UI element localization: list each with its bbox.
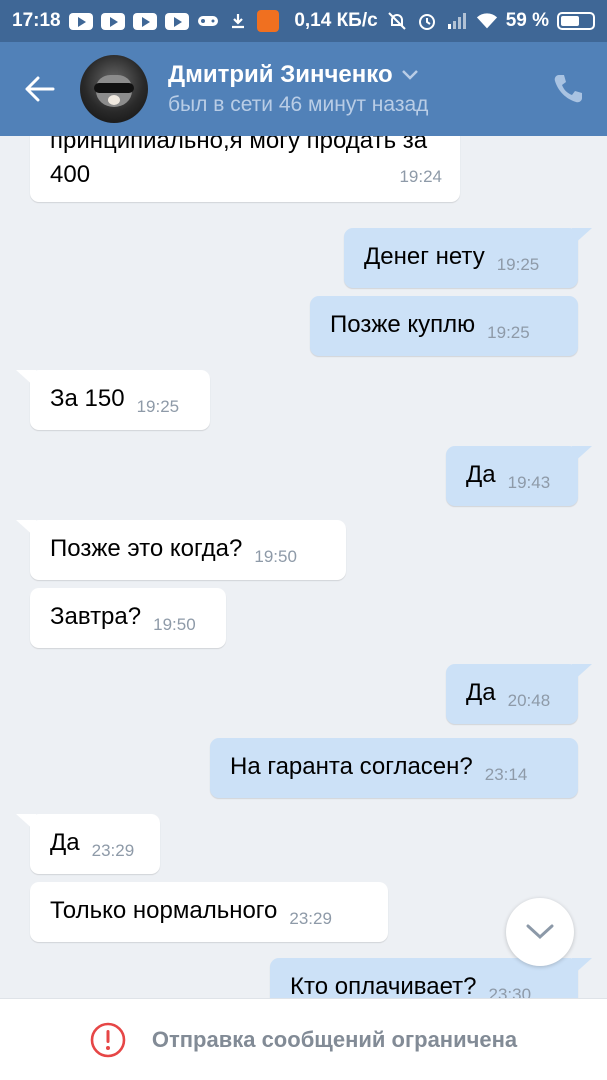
message-text: Позже это когда?: [50, 535, 243, 562]
battery-percent: 59 %: [505, 10, 549, 31]
message-text: Да: [466, 679, 496, 706]
youtube-notification-icon: [164, 12, 189, 30]
message-list[interactable]: принципиально,я могу продать за 400 19:2…: [0, 136, 607, 998]
message-outgoing[interactable]: На гаранта согласен? 23:14: [210, 738, 578, 798]
app-notification-icon: [256, 10, 279, 32]
wifi-icon: [476, 13, 498, 29]
call-button[interactable]: [551, 72, 585, 106]
restriction-notice: Отправка сообщений ограничена: [151, 1026, 518, 1052]
youtube-notification-icon: [68, 12, 93, 30]
youtube-notification-icon: [132, 12, 157, 30]
message-time: 19:50: [153, 615, 196, 634]
message-time: 19:43: [507, 473, 551, 492]
last-seen-status: был в сети 46 минут назад: [168, 93, 429, 116]
status-time: 17:18: [12, 10, 61, 31]
message-incoming[interactable]: Позже это когда? 19:50: [16, 520, 346, 580]
message-outgoing[interactable]: Да 20:48: [446, 664, 592, 724]
message-incoming[interactable]: принципиально,я могу продать за 400 19:2…: [30, 136, 460, 202]
message-time: 23:29: [91, 841, 135, 860]
message-time: 19:25: [496, 255, 540, 274]
message-text: Позже куплю: [330, 311, 476, 338]
scroll-to-bottom-button[interactable]: [506, 898, 574, 966]
status-bar: 17:18 0,14 КБ/с 59 %: [0, 0, 607, 42]
message-time: 20:48: [507, 691, 551, 710]
message-outgoing[interactable]: Да 19:43: [446, 446, 592, 506]
message-time: 19:50: [254, 547, 297, 566]
message-text: Да: [466, 461, 496, 488]
chevron-down-icon: [526, 924, 554, 940]
message-time: 19:25: [487, 323, 530, 342]
message-text: На гаранта согласен?: [230, 753, 473, 780]
back-button[interactable]: [0, 42, 80, 136]
message-text: Завтра?: [50, 603, 142, 630]
message-outgoing[interactable]: Позже куплю 19:25: [310, 296, 578, 356]
message-time: 19:24: [399, 167, 442, 186]
game-controller-icon: [197, 13, 219, 29]
contact-name: Дмитрий Зинченко: [168, 61, 393, 88]
message-time: 23:14: [484, 765, 528, 784]
chat-header: Дмитрий Зинченко был в сети 46 минут наз…: [0, 42, 607, 136]
message-text: Кто оплачивает?: [290, 973, 477, 998]
message-incoming[interactable]: Да 23:29: [16, 814, 160, 874]
message-incoming[interactable]: За 150 19:25: [16, 370, 210, 430]
avatar[interactable]: [80, 55, 148, 123]
alarm-icon: [416, 13, 438, 30]
composer-restricted-bar: Отправка сообщений ограничена: [0, 998, 607, 1080]
message-outgoing[interactable]: Денег нету 19:25: [344, 228, 592, 288]
battery-icon: [557, 12, 595, 30]
muted-bell-icon: [386, 12, 408, 30]
message-text: Денег нету: [364, 243, 485, 270]
message-text: За 150: [50, 385, 125, 412]
chevron-down-icon: [401, 70, 418, 80]
youtube-notification-icon: [100, 12, 125, 30]
message-incoming[interactable]: Только нормального 23:29: [30, 882, 388, 942]
message-text: Да: [50, 829, 80, 856]
message-time: 23:30: [488, 985, 532, 998]
message-time: 23:29: [289, 909, 332, 928]
download-icon: [227, 13, 249, 29]
message-incoming[interactable]: Завтра? 19:50: [30, 588, 226, 648]
message-text: принципиально,я могу продать за 400: [50, 136, 428, 188]
contact-info[interactable]: Дмитрий Зинченко был в сети 46 минут наз…: [168, 61, 428, 117]
phone-icon: [554, 75, 582, 103]
message-time: 19:25: [136, 397, 180, 416]
message-text: Только нормального: [50, 897, 278, 924]
back-arrow-icon: [25, 76, 55, 102]
signal-icon: [446, 13, 468, 29]
network-speed: 0,14 КБ/с: [294, 10, 378, 31]
warning-icon: [90, 1022, 126, 1057]
